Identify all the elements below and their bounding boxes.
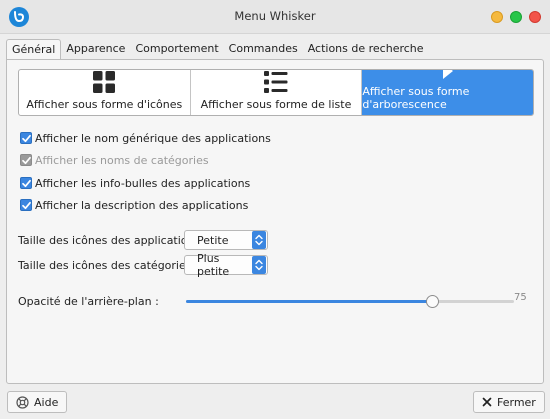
minimize-button[interactable] (491, 11, 503, 23)
show-tooltips-checkbox[interactable]: Afficher les info-bulles des application… (20, 175, 250, 191)
show-descriptions-label: Afficher la description des applications (35, 198, 249, 212)
show-category-names-checkbox[interactable]: Afficher les noms de catégories (20, 152, 209, 168)
close-button-label: Fermer (497, 395, 536, 409)
show-descriptions-checkbox[interactable]: Afficher la description des applications (20, 197, 248, 213)
close-window-button[interactable] (529, 11, 541, 23)
app-icon-size-select[interactable]: Petite (184, 230, 268, 250)
view-mode-icons-label: Afficher sous forme d'icônes (26, 98, 183, 111)
show-generic-names-checkbox[interactable]: Afficher le nom générique des applicatio… (20, 130, 271, 146)
opacity-slider-handle[interactable] (426, 295, 439, 308)
app-icon-size-label: Taille des icônes des applications : (18, 234, 208, 247)
view-mode-icons-button[interactable]: Afficher sous forme d'icônes (19, 70, 191, 115)
help-button-label: Aide (34, 395, 59, 409)
show-category-names-label: Afficher les noms de catégories (35, 153, 209, 167)
view-mode-list-button[interactable]: Afficher sous forme de liste (191, 70, 363, 115)
show-tooltips-label: Afficher les info-bulles des application… (35, 176, 251, 190)
help-button[interactable]: Aide (7, 391, 68, 413)
settings-window: Menu Whisker Général Apparence Comportem… (0, 0, 550, 419)
close-icon (482, 397, 492, 407)
maximize-button[interactable] (510, 11, 522, 23)
help-lifebuoy-icon (16, 395, 29, 409)
general-pane: Afficher sous forme d'icônes Afficher so… (6, 59, 544, 384)
opacity-slider[interactable] (186, 295, 514, 308)
window-title: Menu Whisker (234, 9, 316, 23)
checkmark-icon (20, 154, 32, 166)
tab-behavior[interactable]: Comportement (130, 39, 223, 60)
checkmark-icon (20, 177, 32, 189)
tree-arrow-icon (442, 70, 454, 80)
view-mode-tree-button[interactable]: Afficher sous forme d'arborescence (362, 70, 533, 115)
tab-search-actions[interactable]: Actions de recherche (303, 39, 429, 60)
show-generic-names-label: Afficher le nom générique des applicatio… (35, 131, 271, 145)
view-mode-list-label: Afficher sous forme de liste (200, 98, 352, 111)
checkmark-icon (20, 132, 32, 144)
opacity-slider-fill (186, 300, 432, 303)
opacity-label: Opacité de l'arrière-plan : (18, 295, 159, 308)
opacity-value: 75 (514, 292, 527, 303)
category-icon-size-select[interactable]: Plus petite (184, 252, 268, 278)
grid-icon (93, 70, 116, 93)
view-mode-selector: Afficher sous forme d'icônes Afficher so… (18, 69, 534, 116)
tab-bar: Général Apparence Comportement Commandes… (6, 39, 429, 60)
checkmark-icon (20, 199, 32, 211)
tab-appearance[interactable]: Apparence (61, 39, 130, 60)
view-mode-tree-label: Afficher sous forme d'arborescence (362, 85, 470, 111)
updown-arrows-icon (252, 256, 266, 274)
category-icon-size-label: Taille des icônes des catégories : (18, 259, 199, 272)
tab-general[interactable]: Général (6, 39, 62, 60)
updown-arrows-icon (252, 231, 266, 249)
app-icon-size-value: Petite (197, 233, 229, 247)
tab-commands[interactable]: Commandes (224, 39, 303, 60)
list-icon (264, 70, 288, 93)
close-button[interactable]: Fermer (473, 391, 545, 413)
category-icon-size-value: Plus petite (197, 252, 230, 278)
title-bar[interactable]: Menu Whisker (0, 0, 550, 34)
